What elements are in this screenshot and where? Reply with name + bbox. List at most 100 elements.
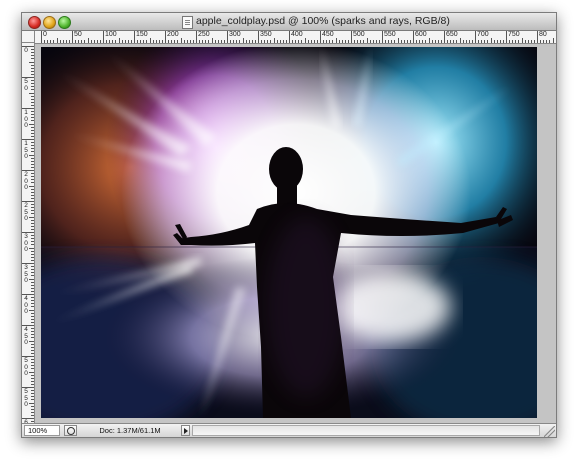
- zoom-button[interactable]: [58, 16, 71, 29]
- ruler-h-tick: [221, 40, 222, 43]
- ruler-v-tick: [31, 241, 34, 242]
- ruler-h-label: 550: [384, 31, 396, 38]
- ruler-v-tick: [31, 102, 34, 103]
- ruler-origin[interactable]: [22, 31, 35, 43]
- ruler-h-tick: [323, 40, 324, 43]
- ruler-h-tick: [243, 38, 244, 43]
- ruler-h-tick: [187, 40, 188, 43]
- window-title: apple_coldplay.psd @ 100% (sparks and ra…: [196, 15, 450, 27]
- canvas-area[interactable]: [35, 44, 556, 423]
- ruler-v-label: 300: [24, 233, 28, 253]
- ruler-v-tick: [31, 412, 34, 413]
- ruler-h-tick: [230, 40, 231, 43]
- minimize-button[interactable]: [43, 16, 56, 29]
- ruler-h-tick: [382, 31, 383, 43]
- ruler-h-tick: [394, 40, 395, 43]
- ruler-v-tick: [31, 337, 34, 338]
- ruler-h-label: 650: [446, 31, 458, 38]
- ruler-v-tick: [31, 111, 34, 112]
- ruler-h-tick: [360, 40, 361, 43]
- ruler-v-tick: [31, 120, 34, 121]
- ruler-v-tick: [31, 297, 34, 298]
- ruler-h-tick: [410, 40, 411, 43]
- ruler-h-tick: [91, 40, 92, 43]
- horizontal-scrollbar[interactable]: [192, 425, 540, 436]
- ruler-h-tick: [72, 31, 73, 43]
- ruler-v-tick: [31, 260, 34, 261]
- document-proxy-icon[interactable]: [182, 16, 193, 29]
- ruler-v-tick: [31, 49, 34, 50]
- vertical-ruler[interactable]: 050100150200250300350400450500550600: [22, 43, 35, 423]
- ruler-h-tick: [447, 40, 448, 43]
- status-menu-arrow-icon[interactable]: [181, 425, 190, 436]
- ruler-v-tick: [29, 93, 34, 94]
- ruler-h-tick: [518, 40, 519, 43]
- horizontal-ruler[interactable]: 0 50 100 150 200 250 300 350 400 450 500 550 600 650 7…: [35, 31, 556, 44]
- ruler-v-tick: [31, 344, 34, 345]
- ruler-h-tick: [376, 40, 377, 43]
- ruler-v-tick: [31, 409, 34, 410]
- zoom-level-field[interactable]: 100%: [24, 425, 60, 436]
- ruler-v-label: 350: [24, 264, 28, 284]
- ruler-h-tick: [522, 38, 523, 43]
- ruler-v-tick: [31, 272, 34, 273]
- close-button[interactable]: [28, 16, 41, 29]
- ruler-v-tick: [29, 372, 34, 373]
- ruler-h-tick: [174, 40, 175, 43]
- ruler-h-tick: [379, 40, 380, 43]
- ruler-h-tick: [128, 40, 129, 43]
- title-bar[interactable]: apple_coldplay.psd @ 100% (sparks and ra…: [22, 13, 556, 31]
- ruler-v-tick: [31, 164, 34, 165]
- ruler-h-label: 300: [229, 31, 241, 38]
- ruler-h-tick: [553, 38, 554, 43]
- ruler-h-label: 500: [353, 31, 365, 38]
- ruler-h-tick: [478, 40, 479, 43]
- ruler-v-tick: [31, 306, 34, 307]
- ruler-h-tick: [159, 40, 160, 43]
- resize-grip-icon[interactable]: [544, 426, 555, 437]
- ruler-v-tick: [31, 347, 34, 348]
- ruler-h-tick: [289, 31, 290, 43]
- info-icon[interactable]: [64, 425, 77, 436]
- ruler-v-tick: [31, 151, 34, 152]
- ruler-h-tick: [150, 38, 151, 43]
- ruler-v-tick: [31, 58, 34, 59]
- ruler-h-tick: [528, 40, 529, 43]
- ruler-h-tick: [44, 40, 45, 43]
- ruler-h-tick: [463, 40, 464, 43]
- ruler-v-tick: [31, 89, 34, 90]
- ruler-h-tick: [41, 31, 42, 43]
- ruler-h-tick: [450, 40, 451, 43]
- ruler-h-tick: [112, 40, 113, 43]
- ruler-h-tick: [301, 40, 302, 43]
- ruler-h-tick: [60, 40, 61, 43]
- document-image[interactable]: [41, 47, 537, 418]
- ruler-h-tick: [181, 38, 182, 43]
- ruler-h-tick: [342, 40, 343, 43]
- ruler-v-tick: [31, 189, 34, 190]
- ruler-h-tick: [81, 40, 82, 43]
- ruler-h-tick: [140, 40, 141, 43]
- ruler-h-tick: [481, 40, 482, 43]
- ruler-h-tick: [336, 38, 337, 43]
- ruler-h-tick: [345, 40, 346, 43]
- ruler-h-tick: [432, 40, 433, 43]
- ruler-v-tick: [31, 136, 34, 137]
- ruler-h-tick: [66, 40, 67, 43]
- status-bar: 100% Doc: 1.37M/61.1M: [22, 423, 556, 437]
- ruler-v-tick: [31, 282, 34, 283]
- ruler-v-tick: [31, 316, 34, 317]
- ruler-h-tick: [413, 31, 414, 43]
- ruler-h-tick: [320, 31, 321, 43]
- ruler-v-tick: [29, 279, 34, 280]
- ruler-h-tick: [332, 40, 333, 43]
- ruler-v-tick: [31, 117, 34, 118]
- ruler-v-tick: [31, 359, 34, 360]
- ruler-h-tick: [506, 31, 507, 43]
- ruler-v-tick: [31, 251, 34, 252]
- ruler-v-tick: [22, 418, 34, 419]
- ruler-h-tick: [357, 40, 358, 43]
- ruler-v-tick: [22, 387, 34, 388]
- ruler-h-tick: [466, 40, 467, 43]
- ruler-h-tick: [215, 40, 216, 43]
